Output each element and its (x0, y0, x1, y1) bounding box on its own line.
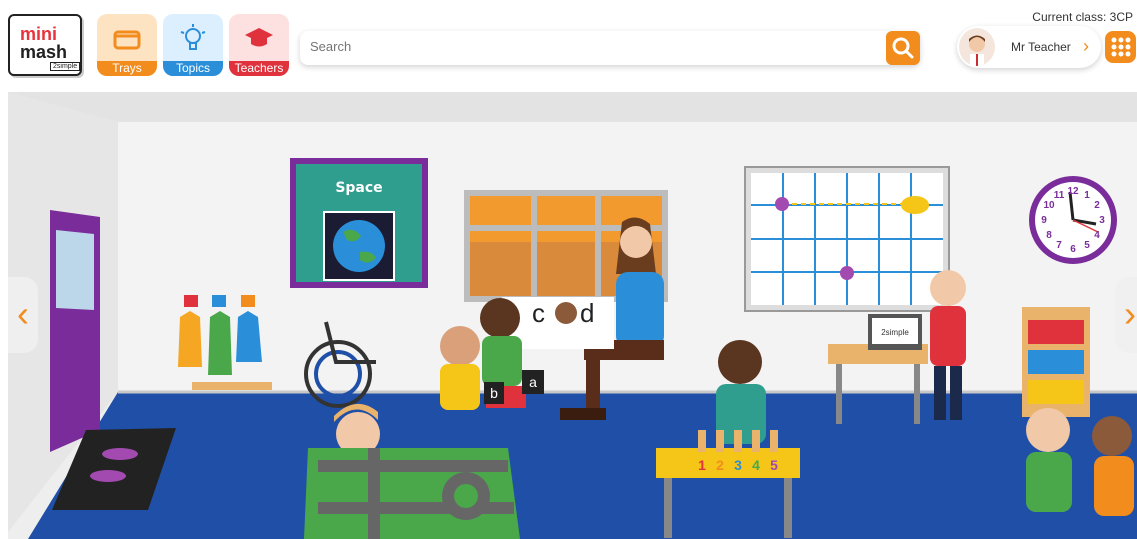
clock-number: 5 (1084, 240, 1090, 251)
user-menu-button[interactable]: Mr Teacher › (957, 26, 1101, 68)
child-character[interactable] (1026, 408, 1072, 512)
laptop-label: 2simple (881, 328, 909, 337)
flash-card-letter: d (580, 298, 594, 328)
search-button[interactable] (886, 31, 920, 65)
classroom-door[interactable] (50, 210, 100, 452)
minimash-logo[interactable]: mini mash 2simple (8, 14, 82, 76)
logo-badge: 2simple (50, 62, 81, 71)
clock-number: 9 (1041, 215, 1047, 226)
whiteboard-grid[interactable] (744, 166, 950, 312)
number-board-digit: 5 (770, 457, 778, 473)
nav-trays-button[interactable]: Trays (97, 14, 157, 76)
child-character[interactable] (716, 340, 766, 444)
scene-next-arrow[interactable]: › (1115, 277, 1137, 353)
wall-clock: 12 1 2 3 4 5 6 7 8 9 10 11 (1029, 176, 1117, 264)
top-bar: mini mash 2simple Trays Topics Teachers … (0, 0, 1137, 92)
logo-text-mash: mash (20, 42, 68, 62)
scene-prev-arrow[interactable]: ‹ (8, 277, 38, 353)
classroom-scene: Space 12 1 2 3 4 5 6 7 8 9 10 11 2simple… (8, 92, 1137, 539)
nav-topics-button[interactable]: Topics (163, 14, 223, 76)
clock-number: 11 (1054, 190, 1065, 201)
chevron-right-icon: › (1083, 36, 1089, 56)
number-board-digit: 3 (734, 457, 742, 473)
letter-card-text: a (529, 374, 537, 390)
clock-number: 8 (1046, 230, 1052, 241)
clock-number: 2 (1094, 200, 1100, 211)
letter-card-text: b (490, 385, 498, 401)
clock-number: 7 (1056, 240, 1062, 251)
apps-grid-button[interactable] (1105, 31, 1136, 63)
number-board-digit: 2 (716, 457, 724, 473)
clock-number: 4 (1094, 230, 1100, 241)
nav-trays-label: Trays (97, 61, 157, 76)
nav-topics-label: Topics (163, 61, 223, 76)
space-board-title: Space (335, 180, 382, 196)
search-bar (300, 31, 920, 65)
search-icon (892, 37, 914, 59)
lightbulb-icon (180, 24, 206, 50)
grid-icon (1111, 37, 1131, 57)
number-board-digit: 1 (698, 457, 706, 473)
nav-teachers-label: Teachers (229, 61, 289, 76)
clock-number: 1 (1084, 190, 1090, 201)
storage-drawers[interactable] (1022, 307, 1090, 417)
clock-number: 12 (1067, 186, 1079, 197)
child-character[interactable] (1092, 416, 1134, 516)
graduation-cap-icon (245, 28, 273, 47)
clock-number: 6 (1070, 244, 1076, 255)
chevron-right-icon: › (1124, 293, 1136, 334)
number-board-digit: 4 (752, 457, 760, 473)
chevron-left-icon: ‹ (17, 293, 29, 334)
clock-number: 10 (1043, 200, 1055, 211)
child-character[interactable] (440, 326, 480, 410)
user-name: Mr Teacher (1011, 40, 1071, 54)
flash-card-letter: c (532, 298, 545, 328)
current-class-label: Current class: 3CP (1032, 10, 1133, 24)
clock-number: 3 (1099, 215, 1105, 226)
avatar (959, 28, 995, 66)
nav-teachers-button[interactable]: Teachers (229, 14, 289, 76)
search-input[interactable] (308, 38, 872, 55)
tray-icon (113, 30, 141, 50)
road-play-mat[interactable] (304, 448, 520, 539)
space-display-board (290, 158, 428, 288)
